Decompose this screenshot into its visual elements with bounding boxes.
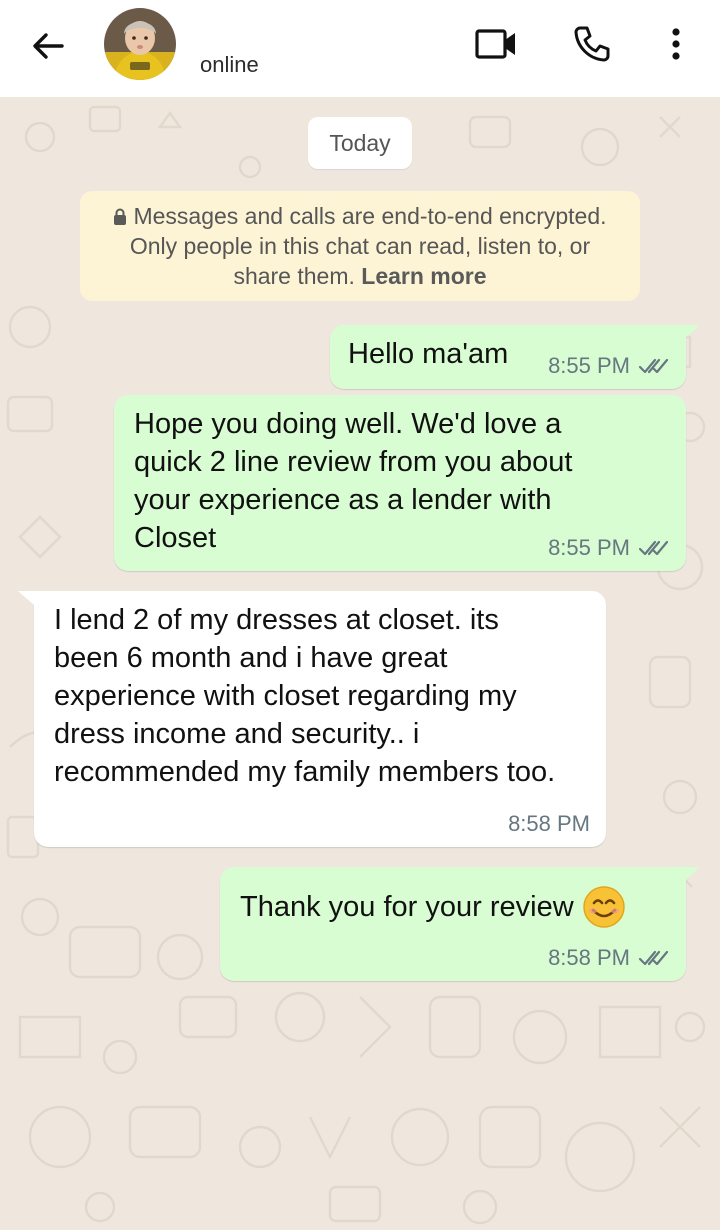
message-text: Hello ma'am [348,338,509,370]
video-call-icon [475,29,515,59]
contact-status: online [200,52,259,77]
message-bubble[interactable]: I lend 2 of my dresses at closet. its be… [34,591,606,847]
double-check-icon [638,358,669,374]
date-chip: Today [308,117,412,169]
double-check-icon [638,950,669,966]
message-time: 8:58 PM [508,811,590,836]
video-call-button[interactable] [472,20,520,68]
bubble-tail [684,325,700,339]
double-check-icon [638,540,669,556]
contact-avatar[interactable] [104,8,176,80]
message-time: 8:55 PM [548,535,630,560]
encryption-notice[interactable]: Messages and calls are end-to-end encryp… [80,191,640,301]
message-text: I lend 2 of my dresses at closet. its be… [54,604,556,788]
message-meta: 8:55 PM [548,535,670,561]
learn-more-link[interactable]: Learn more [361,263,486,289]
message-meta: 8:58 PM [548,945,670,971]
message-meta: 8:58 PM [508,811,590,837]
message-time: 8:55 PM [548,353,630,378]
message-bubble[interactable]: Hope you doing well. We'd love a quick 2… [114,395,686,571]
chat-area[interactable]: Today Messages and calls are end-to-end … [0,97,720,1230]
bubble-tail [18,591,34,605]
more-vert-icon [672,28,680,60]
phone-icon [574,26,610,62]
more-options-button[interactable] [652,20,700,68]
lock-icon [114,208,127,225]
message-text: Thank you for your review [240,885,626,929]
bubble-tail [684,867,700,881]
smiling-face-emoji [582,886,625,928]
message-time: 8:58 PM [548,945,630,970]
voice-call-button[interactable] [568,20,616,68]
back-arrow-icon [33,33,64,59]
message-text-content: Thank you for your review [240,891,574,923]
message-bubble[interactable]: Hello ma'am 8:55 PM [330,325,686,389]
chat-header: online [0,0,720,97]
message-meta: 8:55 PM [548,353,670,379]
message-bubble[interactable]: Thank you for your review 8:58 PM [220,867,686,981]
back-button[interactable] [24,22,72,70]
